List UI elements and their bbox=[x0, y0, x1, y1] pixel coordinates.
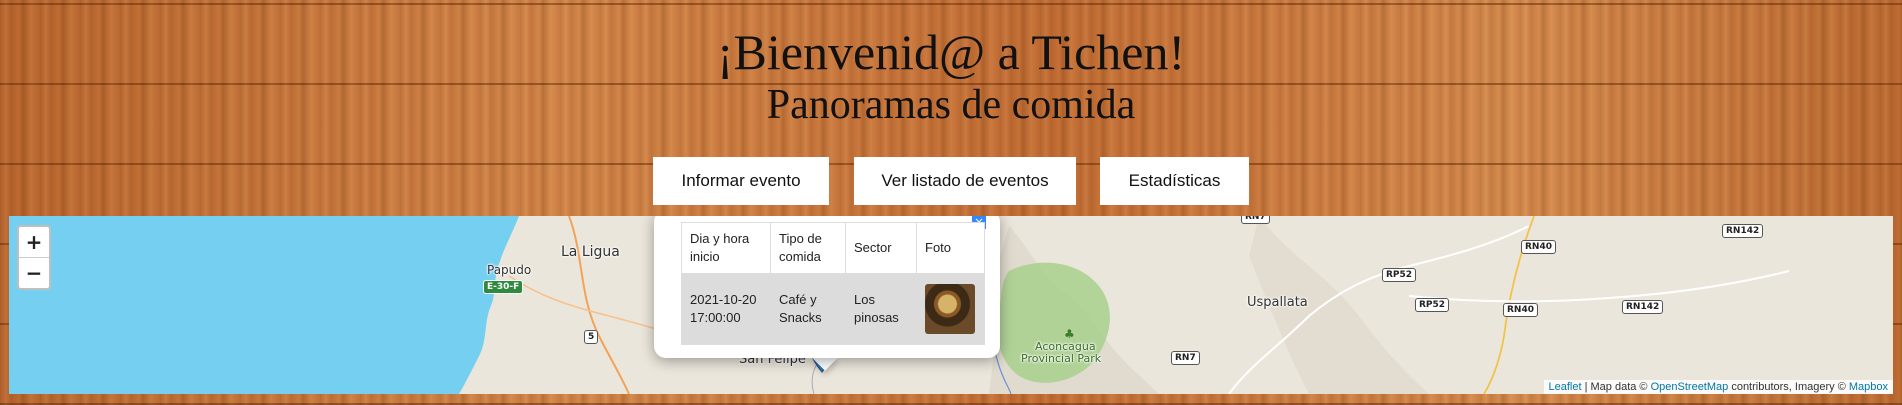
attribution-text: contributors, Imagery © bbox=[1728, 381, 1849, 393]
report-event-button[interactable]: Informar evento bbox=[653, 157, 829, 205]
road-shield: RP52 bbox=[1382, 268, 1417, 282]
zoom-out-button[interactable]: − bbox=[19, 258, 49, 288]
road-shield: RP52 bbox=[1415, 298, 1450, 312]
cell-sector: Los pinosas bbox=[845, 273, 917, 345]
zoom-in-button[interactable]: + bbox=[19, 227, 49, 258]
road-shield: RN40 bbox=[1521, 240, 1556, 254]
event-table: Dia y hora inicio Tipo de comida Sector … bbox=[681, 222, 985, 345]
attribution-text: | Map data © bbox=[1581, 381, 1651, 393]
cell-food-type: Café y Snacks bbox=[770, 273, 846, 345]
list-events-button[interactable]: Ver listado de eventos bbox=[854, 157, 1076, 205]
park-icon: ♣ bbox=[1064, 327, 1075, 341]
road-shield: RN7 bbox=[1171, 351, 1200, 365]
zoom-control: + − bbox=[17, 225, 51, 290]
column-header-photo: Foto bbox=[916, 222, 985, 274]
table-header-row: Dia y hora inicio Tipo de comida Sector … bbox=[681, 222, 985, 274]
column-header-sector: Sector bbox=[845, 222, 917, 274]
cell-photo bbox=[916, 273, 985, 345]
column-header-food-type: Tipo de comida bbox=[770, 222, 846, 274]
column-header-datetime: Dia y hora inicio bbox=[681, 222, 771, 274]
osm-link[interactable]: OpenStreetMap bbox=[1651, 381, 1729, 393]
event-photo-thumbnail[interactable] bbox=[925, 284, 975, 334]
road-shield: RN40 bbox=[1503, 303, 1538, 317]
statistics-button[interactable]: Estadísticas bbox=[1100, 157, 1249, 205]
road-shield: 5 bbox=[584, 330, 599, 344]
road-shield: E-30-F bbox=[483, 280, 524, 294]
ocean-area bbox=[9, 216, 519, 394]
table-row: 2021-10-20 17:00:00 Café y Snacks Los pi… bbox=[681, 273, 985, 345]
mapbox-link[interactable]: Mapbox bbox=[1849, 381, 1888, 393]
page-subtitle: Panoramas de comida bbox=[766, 82, 1136, 128]
place-label-la-ligua: La Ligua bbox=[561, 244, 620, 260]
road-shield: RN142 bbox=[1622, 300, 1664, 314]
road-shield: RN142 bbox=[1722, 224, 1764, 238]
map-attribution: Leaflet | Map data © OpenStreetMap contr… bbox=[1543, 380, 1893, 394]
cell-datetime: 2021-10-20 17:00:00 bbox=[681, 273, 771, 345]
place-label-uspallata: Uspallata bbox=[1247, 295, 1308, 310]
leaflet-link[interactable]: Leaflet bbox=[1549, 381, 1582, 393]
event-map[interactable]: ♣ La Ligua Papudo Uspallata San Felipe A… bbox=[9, 216, 1893, 394]
road-shield: RN7 bbox=[1241, 216, 1270, 224]
place-label-park: Provincial Park bbox=[1021, 352, 1102, 365]
place-label-papudo: Papudo bbox=[487, 263, 532, 277]
page-title: ¡Bienvenid@ a Tichen! bbox=[716, 24, 1186, 80]
